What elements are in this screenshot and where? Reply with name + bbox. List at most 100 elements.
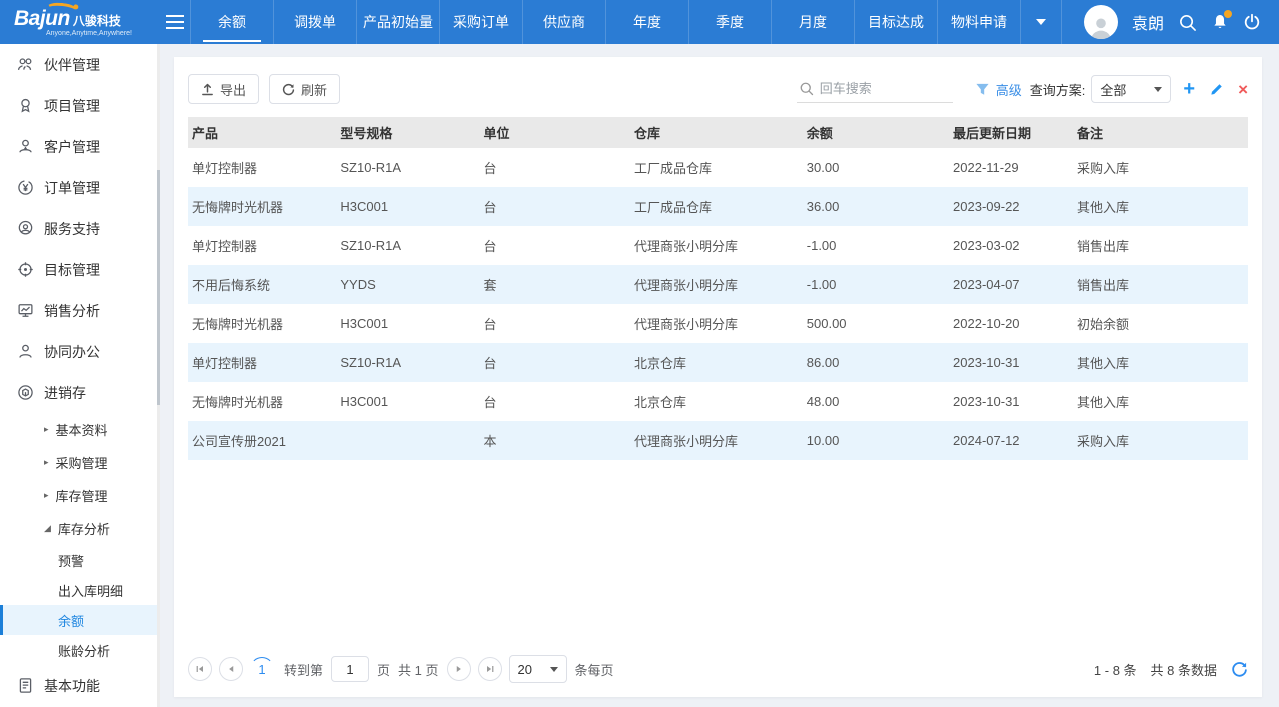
total-pages-label: 共 1 页 [398, 660, 438, 679]
first-page-button[interactable] [188, 657, 212, 681]
last-page-button[interactable] [478, 657, 502, 681]
next-page-button[interactable] [447, 657, 471, 681]
tab-month[interactable]: 月度 [771, 0, 854, 44]
page-size-select[interactable]: 20 [509, 655, 567, 683]
chevron-down-icon [1154, 87, 1162, 92]
toolbar: 导出 刷新 高级 查询方案: 全部 + × [188, 73, 1248, 105]
power-icon[interactable] [1243, 13, 1261, 31]
filter-icon[interactable] [975, 82, 990, 97]
chart-monitor-icon [17, 302, 34, 319]
table-row[interactable]: 单灯控制器SZ10-R1A台北京仓库86.002023-10-31其他入库 [188, 343, 1248, 382]
tab-target-achievement[interactable]: 目标达成 [854, 0, 937, 44]
add-scheme-icon[interactable]: + [1183, 79, 1195, 99]
goto-page-label: 转到第 [284, 660, 323, 679]
col-header-model[interactable]: 型号规格 [336, 117, 479, 148]
notification-badge [1224, 10, 1232, 18]
tab-supplier[interactable]: 供应商 [522, 0, 605, 44]
customer-icon [17, 138, 34, 155]
export-button[interactable]: 导出 [188, 74, 259, 104]
avatar[interactable] [1084, 5, 1118, 39]
search-box [797, 75, 953, 103]
last-page-icon [484, 663, 496, 675]
sidebar-item-project-management[interactable]: 项目管理 [0, 85, 160, 126]
search-icon[interactable] [1178, 13, 1197, 32]
sidebar-item-customer-management[interactable]: 客户管理 [0, 126, 160, 167]
table-row[interactable]: 无悔牌时光机器H3C001台工厂成品仓库36.002023-09-22其他入库 [188, 187, 1248, 226]
prev-page-button[interactable] [219, 657, 243, 681]
sidebar-item-sales-analysis[interactable]: 销售分析 [0, 290, 160, 331]
target-icon [17, 261, 34, 278]
menu-icon[interactable] [160, 0, 190, 44]
col-header-balance[interactable]: 余额 [803, 117, 949, 148]
page-unit-label: 页 [377, 660, 390, 679]
col-header-unit[interactable]: 单位 [479, 117, 630, 148]
triangle-right-icon: ▸ [44, 490, 49, 501]
query-scheme-label: 查询方案: [1030, 80, 1086, 99]
sidebar-item-warning[interactable]: 预警 [0, 545, 160, 575]
col-header-warehouse[interactable]: 仓库 [630, 117, 803, 148]
sidebar-item-target-management[interactable]: 目标管理 [0, 249, 160, 290]
sidebar-item-collaboration[interactable]: 协同办公 [0, 331, 160, 372]
table-row[interactable]: 无悔牌时光机器H3C001台代理商张小明分库500.002022-10-20初始… [188, 304, 1248, 343]
brand-name-cn: 八骏科技 [73, 12, 121, 29]
col-header-remark[interactable]: 备注 [1073, 117, 1248, 148]
sidebar: 伙伴管理 项目管理 客户管理 订单管理 服务支持 目标管理 销售分析 协同办公 … [0, 44, 160, 707]
goto-page-input[interactable] [331, 656, 369, 682]
search-input[interactable] [820, 81, 940, 96]
sidebar-item-inventory[interactable]: 进销存 [0, 372, 160, 413]
record-total-label: 共 8 条数据 [1151, 660, 1217, 679]
reload-data-icon[interactable] [1231, 661, 1248, 678]
col-header-product[interactable]: 产品 [188, 117, 336, 148]
bell-icon[interactable] [1211, 13, 1229, 31]
sidebar-item-stock-analysis[interactable]: ◢ 库存分析 [0, 512, 160, 545]
sidebar-scrollbar-thumb[interactable] [157, 170, 160, 405]
table-row[interactable]: 不用后悔系统YYDS套代理商张小明分库-1.002023-04-07销售出库 [188, 265, 1248, 304]
more-tabs-dropdown[interactable] [1020, 0, 1062, 44]
sidebar-item-purchase-management[interactable]: ▸ 采购管理 [0, 446, 160, 479]
advanced-search-link[interactable]: 高级 [996, 80, 1022, 99]
table-row[interactable]: 公司宣传册2021本代理商张小明分库10.002024-07-12采购入库 [188, 421, 1248, 460]
user-name[interactable]: 袁朗 [1132, 10, 1164, 34]
first-page-icon [194, 663, 206, 675]
sidebar-item-basic-functions[interactable]: 基本功能 [0, 665, 160, 706]
triangle-right-icon: ▸ [44, 424, 49, 435]
tab-purchase-order[interactable]: 采购订单 [439, 0, 522, 44]
table-row[interactable]: 单灯控制器SZ10-R1A台代理商张小明分库-1.002023-03-02销售出… [188, 226, 1248, 265]
per-page-label: 条每页 [575, 660, 614, 679]
sidebar-item-stock-management[interactable]: ▸ 库存管理 [0, 479, 160, 512]
app-logo: Bajun 八骏科技 Anyone,Anytime,Anywhere! [0, 0, 160, 44]
sidebar-item-partner-management[interactable]: 伙伴管理 [0, 44, 160, 85]
table-row[interactable]: 单灯控制器SZ10-R1A台工厂成品仓库30.002022-11-29采购入库 [188, 148, 1248, 187]
tab-transfer-order[interactable]: 调拨单 [273, 0, 356, 44]
chevron-down-icon [1036, 19, 1046, 25]
sidebar-item-service-support[interactable]: 服务支持 [0, 208, 160, 249]
brand-tagline: Anyone,Anytime,Anywhere! [14, 30, 160, 37]
tab-year[interactable]: 年度 [605, 0, 688, 44]
table-row[interactable]: 无悔牌时光机器H3C001台北京仓库48.002023-10-31其他入库 [188, 382, 1248, 421]
delete-scheme-icon[interactable]: × [1238, 81, 1248, 98]
medal-icon [17, 97, 34, 114]
current-page-indicator[interactable]: 1 [250, 657, 274, 681]
table-header-row: 产品 型号规格 单位 仓库 余额 最后更新日期 备注 [188, 117, 1248, 148]
query-scheme-select[interactable]: 全部 [1091, 75, 1171, 103]
tab-quarter[interactable]: 季度 [688, 0, 771, 44]
sidebar-item-aging-analysis[interactable]: 账龄分析 [0, 635, 160, 665]
edit-scheme-icon[interactable] [1209, 82, 1224, 97]
search-icon [799, 81, 814, 96]
sidebar-item-inout-detail[interactable]: 出入库明细 [0, 575, 160, 605]
tab-product-initial[interactable]: 产品初始量 [356, 0, 439, 44]
top-navigation-bar: Bajun 八骏科技 Anyone,Anytime,Anywhere! 余额 调… [0, 0, 1279, 44]
sidebar-item-balance[interactable]: 余额 [0, 605, 160, 635]
col-header-last-updated[interactable]: 最后更新日期 [949, 117, 1073, 148]
prev-page-icon [225, 663, 237, 675]
sidebar-item-basic-data[interactable]: ▸ 基本资料 [0, 413, 160, 446]
tab-balance[interactable]: 余额 [190, 0, 273, 44]
refresh-icon [282, 83, 295, 96]
sidebar-item-order-management[interactable]: 订单管理 [0, 167, 160, 208]
refresh-button[interactable]: 刷新 [269, 74, 340, 104]
person-icon [17, 343, 34, 360]
balance-panel: 导出 刷新 高级 查询方案: 全部 + × [174, 57, 1262, 697]
top-tabs: 余额 调拨单 产品初始量 采购订单 供应商 年度 季度 月度 目标达成 物料申请 [190, 0, 1062, 44]
table-empty-area [188, 460, 1248, 655]
tab-material-request[interactable]: 物料申请 [937, 0, 1020, 44]
